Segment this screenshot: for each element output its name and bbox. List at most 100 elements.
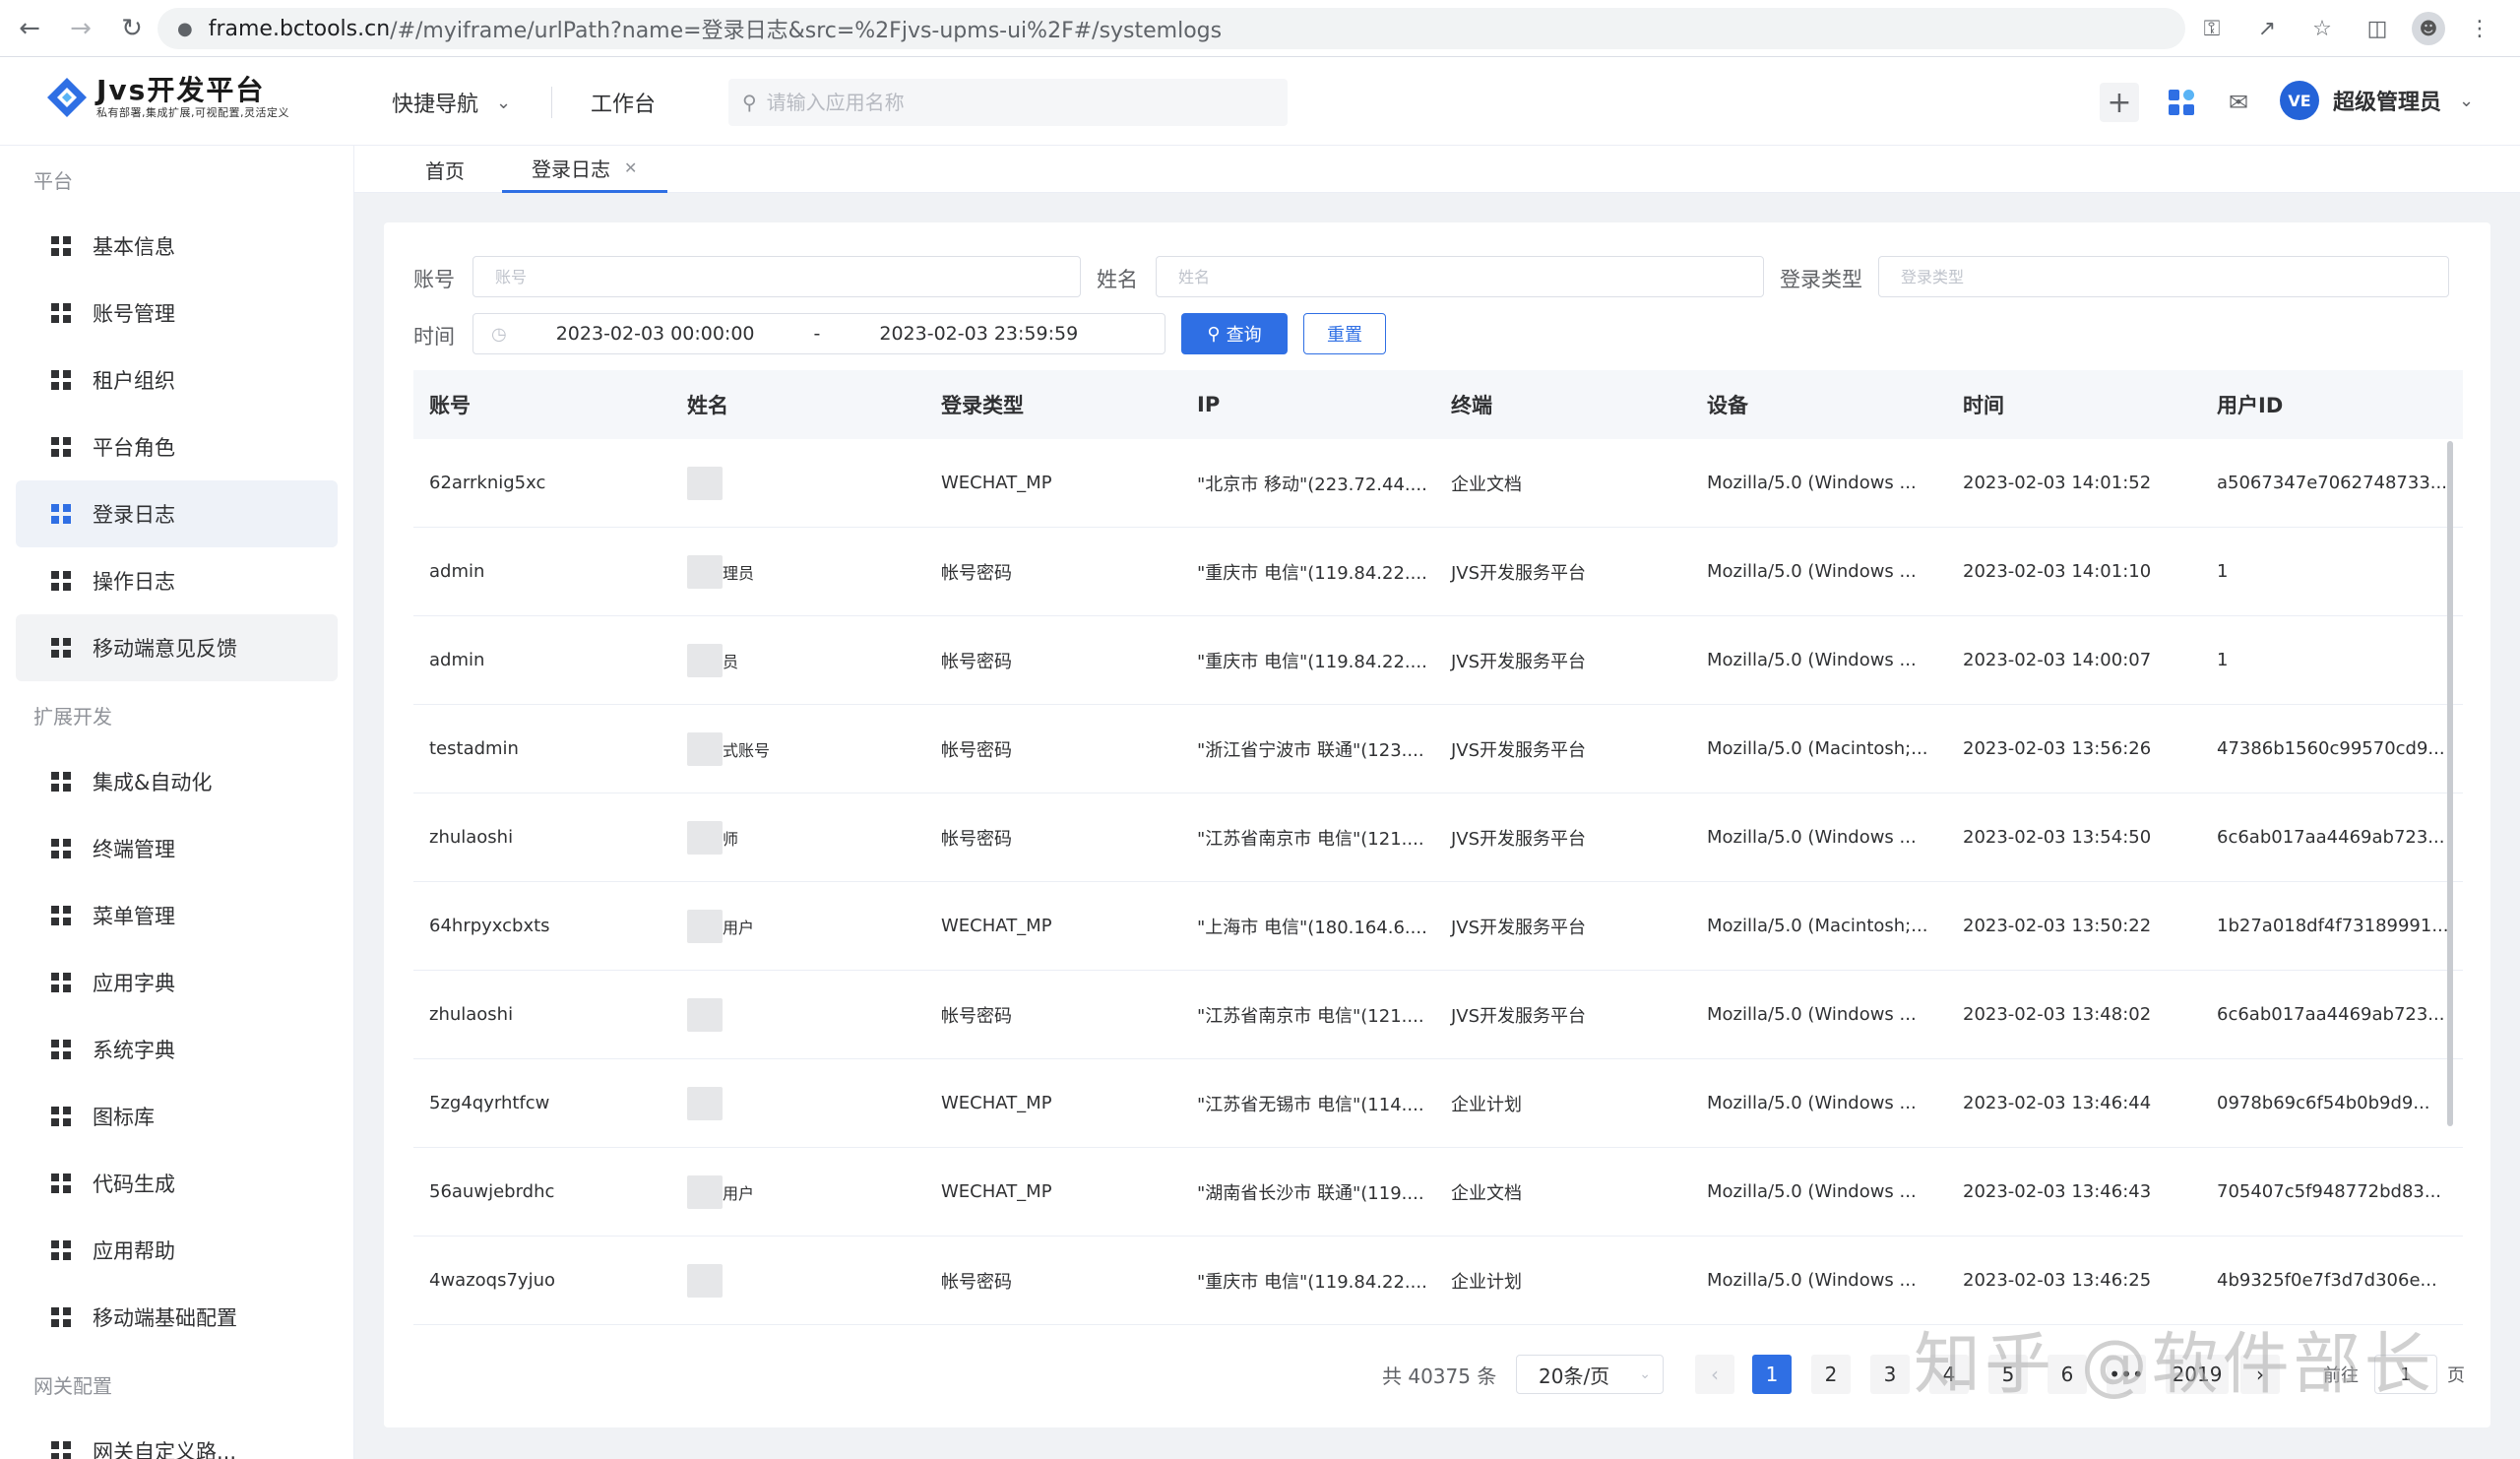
grid-icon: [51, 1107, 71, 1126]
date-start[interactable]: 2023-02-03 00:00:00: [556, 323, 755, 345]
profile-icon[interactable]: ☻: [2412, 12, 2445, 45]
column-header[interactable]: 姓名: [671, 390, 925, 419]
message-icon[interactable]: ✉: [2219, 83, 2258, 122]
name-input[interactable]: [1156, 256, 1764, 297]
sidebar-item-app-dict[interactable]: 应用字典: [16, 949, 338, 1016]
column-header[interactable]: 账号: [413, 390, 671, 419]
grid-icon: [51, 236, 71, 256]
sidebar-group-title: 网关配置: [33, 1373, 112, 1398]
table-row[interactable]: testadmin 式账号 帐号密码 "浙江省宁波市 联通"(123.... JVS开发…: [413, 705, 2463, 793]
date-end[interactable]: 2023-02-03 23:59:59: [879, 323, 1078, 345]
name-tail: 师: [723, 829, 739, 849]
table-cell: JVS开发服务平台: [1451, 828, 1587, 850]
sidebar-item-mobile-config[interactable]: 移动端基础配置: [16, 1284, 338, 1351]
page-button[interactable]: 3: [1870, 1355, 1910, 1394]
sidebar-item-app-help[interactable]: 应用帮助: [16, 1217, 338, 1284]
table-cell: 企业计划: [1451, 1271, 1522, 1293]
sidebar-item-accounts[interactable]: 账号管理: [16, 280, 338, 347]
sidebar-group-title: 扩展开发: [33, 704, 112, 729]
page-button[interactable]: 1: [1752, 1355, 1792, 1394]
sidebar-item-mobile-feedback[interactable]: 移动端意见反馈: [16, 614, 338, 681]
table-row[interactable]: 64hrpyxcbxts 用户 WECHAT_MP "上海市 电信"(180.164.…: [413, 882, 2463, 971]
sidebar-item-label: 终端管理: [93, 838, 175, 861]
tab-login-logs[interactable]: 登录日志 ✕: [502, 146, 667, 193]
sidebar-item-label: 平台角色: [93, 436, 175, 460]
tab-home[interactable]: 首页: [425, 146, 465, 193]
table-row[interactable]: admin 理员 帐号密码 "重庆市 电信"(119.84.22.... JVS开发服务…: [413, 528, 2463, 616]
sidebar-item-basic-info[interactable]: 基本信息: [16, 213, 338, 280]
table-cell: 用户: [671, 1174, 925, 1209]
table-cell: zhulaoshi: [429, 1004, 514, 1025]
app-header: Jvs开发平台 私有部署,集成扩展,可视配置,灵活定义 快捷导航 ⌄ 工作台 ⚲…: [0, 57, 2520, 146]
sidebar-item-menus[interactable]: 菜单管理: [16, 882, 338, 949]
table-row[interactable]: 56auwjebrdhc 用户 WECHAT_MP "湖南省长沙市 联通"(119..…: [413, 1148, 2463, 1237]
table-header: 账号 姓名 登录类型 IP 终端 设备 时间 用户ID: [413, 370, 2463, 439]
table-cell: 2023-02-03 13:50:22: [1963, 916, 2152, 936]
date-range-picker[interactable]: ◷ 2023-02-03 00:00:00 - 2023-02-03 23:59…: [472, 313, 1166, 354]
table-cell: 0978b69c6f54b0b9d9...: [2217, 1093, 2430, 1113]
prev-page-button[interactable]: ‹: [1695, 1355, 1734, 1394]
redacted-name: [687, 731, 723, 766]
sidebar-item-terminals[interactable]: 终端管理: [16, 815, 338, 882]
grid-icon: [51, 1240, 71, 1260]
quick-nav-dropdown[interactable]: 快捷导航 ⌄: [392, 87, 511, 118]
table-row[interactable]: zhulaoshi 师 帐号密码 "江苏省南京市 电信"(121.... JVS开发服务…: [413, 793, 2463, 882]
column-header[interactable]: 终端: [1435, 390, 1691, 419]
avatar: VE: [2280, 81, 2319, 120]
sidepanel-icon[interactable]: ◫: [2357, 8, 2398, 49]
redacted-name: [687, 466, 723, 500]
page-size-select[interactable]: 20条/页 ⌄: [1516, 1355, 1664, 1394]
table-scrollbar[interactable]: [2447, 441, 2453, 1126]
redacted-name: [687, 554, 723, 589]
login-type-select[interactable]: [1878, 256, 2449, 297]
table-row[interactable]: zhulaoshi 帐号密码 "江苏省南京市 电信"(121.... JVS开发服务平…: [413, 971, 2463, 1059]
table-cell: "重庆市 电信"(119.84.22....: [1197, 651, 1427, 672]
table-row[interactable]: admin 员 帐号密码 "重庆市 电信"(119.84.22.... JVS开发服务平…: [413, 616, 2463, 705]
back-icon[interactable]: ←: [8, 7, 51, 50]
column-header[interactable]: 时间: [1947, 390, 2201, 419]
key-icon[interactable]: ⚿: [2191, 8, 2233, 49]
address-bar[interactable]: ● frame.bctools.cn/#/myiframe/urlPath?na…: [158, 8, 2185, 49]
forward-icon[interactable]: →: [59, 7, 102, 50]
star-icon[interactable]: ☆: [2301, 8, 2343, 49]
sidebar-item-gateway-routes[interactable]: 网关自定义路...: [16, 1418, 338, 1459]
grid-icon: [51, 1040, 71, 1059]
browser-actions: ⚿ ↗ ☆ ◫ ☻ ⋮: [2191, 8, 2500, 49]
close-icon[interactable]: ✕: [624, 159, 637, 177]
reset-button[interactable]: 重置: [1303, 313, 1386, 354]
sidebar-item-icon-library[interactable]: 图标库: [16, 1083, 338, 1150]
logo[interactable]: Jvs开发平台 私有部署,集成扩展,可视配置,灵活定义: [45, 75, 289, 120]
apps-icon[interactable]: [2162, 83, 2201, 122]
page-button[interactable]: 2: [1811, 1355, 1851, 1394]
app-search[interactable]: ⚲: [728, 79, 1288, 126]
query-button[interactable]: ⚲ 查询: [1181, 313, 1288, 354]
plus-icon[interactable]: +: [2100, 83, 2139, 122]
app-search-input[interactable]: [766, 91, 1259, 114]
table-row[interactable]: 5zg4qyrhtfcw WECHAT_MP "江苏省无锡市 电信"(114....…: [413, 1059, 2463, 1148]
sidebar-item-platform-roles[interactable]: 平台角色: [16, 413, 338, 480]
user-menu[interactable]: VE 超级管理员 ⌄: [2280, 81, 2474, 120]
table-row[interactable]: 62arrknig5xc WECHAT_MP "北京市 移动"(223.72.44.…: [413, 439, 2463, 528]
chevron-down-icon: ⌄: [1639, 1366, 1651, 1382]
workbench-link[interactable]: 工作台: [591, 87, 656, 118]
sidebar-item-codegen[interactable]: 代码生成: [16, 1150, 338, 1217]
table-cell: 2023-02-03 13:46:25: [1963, 1270, 2152, 1291]
column-header[interactable]: 设备: [1691, 390, 1947, 419]
sidebar-item-tenant-org[interactable]: 租户组织: [16, 347, 338, 413]
reload-icon[interactable]: ↻: [110, 7, 154, 50]
column-header[interactable]: 登录类型: [925, 390, 1181, 419]
column-header[interactable]: IP: [1181, 393, 1435, 416]
menu-dots-icon[interactable]: ⋮: [2459, 8, 2500, 49]
table-cell: 2023-02-03 14:00:07: [1963, 650, 2152, 670]
column-header[interactable]: 用户ID: [2201, 390, 2463, 419]
table-cell: 用户: [671, 909, 925, 943]
account-input[interactable]: [472, 256, 1081, 297]
sidebar-item-system-dict[interactable]: 系统字典: [16, 1016, 338, 1083]
sidebar-item-operation-logs[interactable]: 操作日志: [16, 547, 338, 614]
lock-icon: ●: [177, 18, 193, 39]
sidebar-item-label: 基本信息: [93, 235, 175, 259]
name-tail: 员: [723, 652, 739, 671]
sidebar-item-login-logs[interactable]: 登录日志: [16, 480, 338, 547]
share-icon[interactable]: ↗: [2246, 8, 2288, 49]
sidebar-item-integration[interactable]: 集成&自动化: [16, 748, 338, 815]
